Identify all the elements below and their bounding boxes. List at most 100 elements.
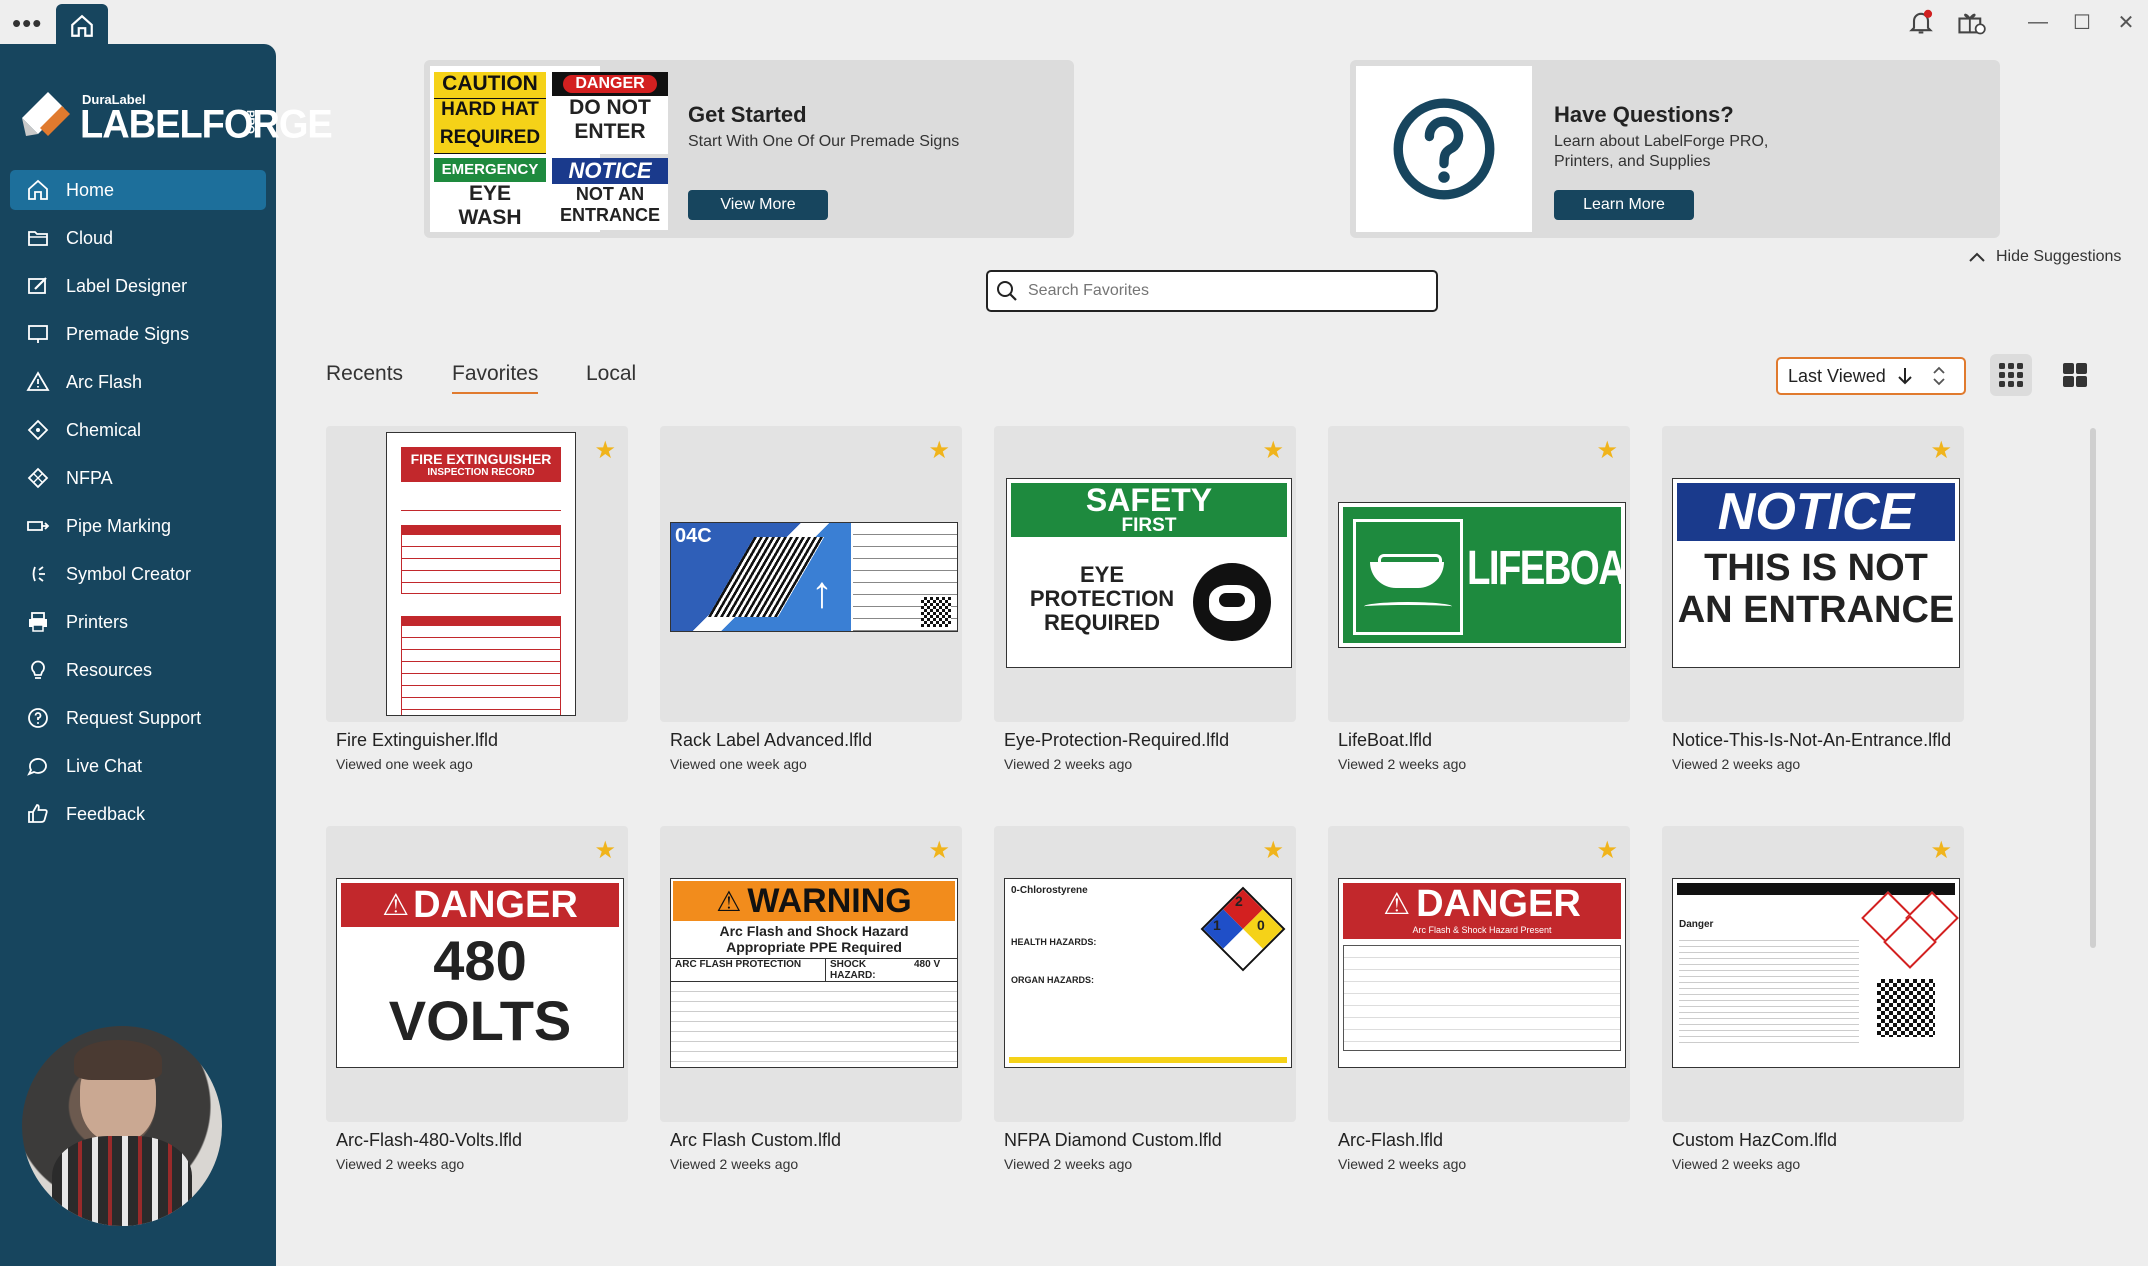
file-card[interactable]: ⚠ DANGER 480 VOLTS ★	[326, 826, 628, 1122]
file-card[interactable]: LIFEBOAT ★	[1328, 426, 1630, 722]
sidebar-item-label: Resources	[66, 659, 153, 680]
favorite-star-icon[interactable]: ★	[594, 436, 616, 465]
favorite-star-icon[interactable]: ★	[1596, 436, 1618, 465]
search-input[interactable]	[1026, 281, 1410, 301]
sidebar-item-pipe-marking[interactable]: Pipe Marking	[10, 506, 266, 546]
sidebar-item-label: Live Chat	[66, 755, 143, 776]
gift-icon[interactable]	[1946, 0, 1996, 44]
sidebar-item-symbol-creator[interactable]: Symbol Creator	[10, 554, 266, 594]
file-card[interactable]: SAFETY FIRST EYE PROTECTION REQUIRED ★	[994, 426, 1296, 722]
sidebar-item-chemical[interactable]: Chemical	[10, 410, 266, 450]
sidebar-item-live-chat[interactable]: Live Chat	[10, 746, 266, 786]
file-card[interactable]: 04C ↑ ★	[660, 426, 962, 722]
sidebar-item-feedback[interactable]: Feedback	[10, 794, 266, 834]
small-grid-view-button[interactable]	[1990, 354, 2032, 396]
sidebar-item-premade-signs[interactable]: Premade Signs	[10, 314, 266, 354]
sidebar-item-printers[interactable]: Printers	[10, 602, 266, 642]
file-name[interactable]: Arc Flash Custom.lfld	[670, 1130, 841, 1151]
tab-favorites[interactable]: Favorites	[452, 362, 539, 394]
file-name[interactable]: LifeBoat.lfld	[1338, 730, 1432, 751]
learn-more-button[interactable]: Learn More	[1554, 190, 1694, 220]
printer-icon	[24, 610, 52, 634]
file-name[interactable]: Rack Label Advanced.lfld	[670, 730, 872, 751]
home-tab[interactable]	[56, 4, 108, 48]
file-card[interactable]: 0-Chlorostyrene HEALTH HAZARDS: ORGAN HA…	[994, 826, 1296, 1122]
sidebar-item-arc-flash[interactable]: Arc Flash	[10, 362, 266, 402]
minimize-button[interactable]: —	[2016, 0, 2060, 44]
app-menu-icon[interactable]: •••	[12, 8, 42, 39]
notice-body-1: THIS IS NOT	[1704, 547, 1928, 589]
file-card[interactable]: ⚠ WARNING Arc Flash and Shock Hazard Appr…	[660, 826, 962, 1122]
scrollbar[interactable]	[2090, 428, 2096, 948]
sidebar-item-resources[interactable]: Resources	[10, 650, 266, 690]
favorite-star-icon[interactable]: ★	[1596, 836, 1618, 865]
lifeboat-text: LIFEBOAT	[1467, 542, 1626, 595]
notice-body-2: AN ENTRANCE	[1677, 589, 1955, 631]
favorite-star-icon[interactable]: ★	[594, 836, 616, 865]
bell-icon[interactable]	[1896, 0, 1946, 44]
safety-text: SAFETY	[1085, 482, 1213, 518]
have-questions-subtitle-1: Learn about LabelForge PRO,	[1554, 133, 1769, 150]
brand-name: LABELFORGE	[80, 102, 333, 148]
favorite-star-icon[interactable]: ★	[1930, 836, 1952, 865]
nfpa-health: 1	[1213, 917, 1221, 933]
favorite-star-icon[interactable]: ★	[928, 436, 950, 465]
search-icon	[997, 281, 1017, 301]
sidebar-item-home[interactable]: Home	[10, 170, 266, 210]
close-button[interactable]: ✕	[2104, 0, 2148, 44]
nfpa-diamond-icon: 2 0 1	[1200, 886, 1286, 972]
file-name[interactable]: Eye-Protection-Required.lfld	[1004, 730, 1229, 751]
file-viewed: Viewed 2 weeks ago	[1338, 1156, 1467, 1172]
view-more-button[interactable]: View More	[688, 190, 828, 220]
file-card[interactable]: ⚠ DANGER Arc Flash & Shock Hazard Present…	[1328, 826, 1630, 1122]
home-icon	[71, 14, 93, 37]
file-viewed: Viewed 2 weeks ago	[1338, 756, 1467, 772]
large-grid-view-button[interactable]	[2054, 354, 2096, 396]
home-icon	[24, 178, 52, 202]
favorite-star-icon[interactable]: ★	[1930, 436, 1952, 465]
sidebar-item-cloud[interactable]: Cloud	[10, 218, 266, 258]
notice-sign-text: NOTICE	[552, 158, 668, 184]
sidebar-item-label: Symbol Creator	[66, 563, 192, 584]
file-name[interactable]: Fire Extinguisher.lfld	[336, 730, 498, 751]
symbol-icon	[24, 562, 52, 586]
eye-text: EYE	[468, 182, 512, 205]
file-viewed: Viewed 2 weeks ago	[1004, 1156, 1133, 1172]
file-card[interactable]: FIRE EXTINGUISHER INSPECTION RECORD ★	[326, 426, 628, 722]
caution-sign-text: CAUTION	[434, 72, 546, 98]
hard-hat-text: HARD HAT	[434, 99, 546, 127]
file-name[interactable]: Custom HazCom.lfld	[1672, 1130, 1837, 1151]
favorite-star-icon[interactable]: ★	[1262, 436, 1284, 465]
sidebar-item-label-designer[interactable]: Label Designer	[10, 266, 266, 306]
sidebar-item-request-support[interactable]: Request Support	[10, 698, 266, 738]
tab-local[interactable]: Local	[586, 362, 636, 392]
cloud-folder-icon	[24, 226, 52, 250]
favorite-star-icon[interactable]: ★	[928, 836, 950, 865]
notice-thumb: NOTICE THIS IS NOT AN ENTRANCE	[1672, 478, 1960, 668]
tab-recents[interactable]: Recents	[326, 362, 403, 392]
file-card[interactable]: NOTICE THIS IS NOT AN ENTRANCE ★	[1662, 426, 1964, 722]
file-name[interactable]: Arc-Flash-480-Volts.lfld	[336, 1130, 522, 1151]
protection-text: PROTECTION	[1029, 586, 1175, 611]
hide-suggestions-toggle[interactable]: Hide Suggestions	[1968, 248, 2121, 266]
get-started-card: CAUTION HARD HAT REQUIRED DANGER DO NOT …	[424, 60, 1074, 238]
sidebar-item-label: Pipe Marking	[66, 515, 172, 536]
file-name[interactable]: Notice-This-Is-Not-An-Entrance.lfld	[1672, 730, 1951, 751]
sidebar-item-label: Premade Signs	[66, 323, 190, 344]
file-name[interactable]: NFPA Diamond Custom.lfld	[1004, 1130, 1222, 1151]
eye-text: EYE	[1079, 562, 1125, 587]
chevron-up-icon	[1969, 252, 1985, 262]
file-name[interactable]: Arc-Flash.lfld	[1338, 1130, 1443, 1151]
required-text: REQUIRED	[434, 127, 546, 153]
sort-arrow-down-icon[interactable]	[1896, 366, 1914, 386]
favorite-star-icon[interactable]: ★	[1262, 836, 1284, 865]
enter-text: ENTER	[574, 120, 646, 143]
file-card[interactable]: Danger ★	[1662, 826, 1964, 1122]
arc-sub-1: Arc Flash and Shock Hazard	[719, 923, 909, 939]
sidebar-item-nfpa[interactable]: NFPA	[10, 458, 266, 498]
sidebar-item-label: Home	[66, 179, 115, 200]
maximize-button[interactable]: ☐	[2060, 0, 2104, 44]
sort-dropdown[interactable]: Last Viewed	[1776, 357, 1966, 395]
sidebar-item-label: Feedback	[66, 803, 146, 824]
file-viewed: Viewed 2 weeks ago	[1672, 1156, 1801, 1172]
